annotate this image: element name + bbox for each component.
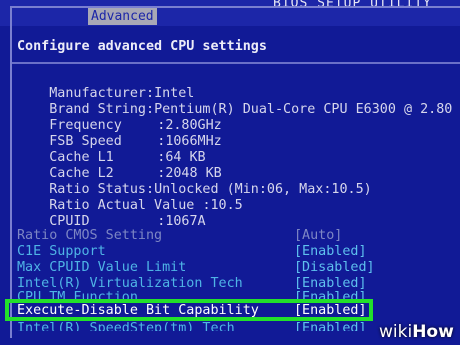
setting-value: [Auto] bbox=[294, 228, 343, 243]
setting-value: [Enabled] bbox=[294, 244, 367, 259]
setting-value: [Disabled] bbox=[294, 260, 375, 275]
info-row-frequency: Frequency:2.80GHz bbox=[49, 118, 222, 133]
setting-value: [Enabled] bbox=[294, 321, 367, 331]
info-row-ratio-actual: Ratio Actual Value :10.5 bbox=[49, 198, 243, 213]
setting-ratio-cmos[interactable]: Ratio CMOS Setting [Auto] bbox=[17, 228, 457, 244]
setting-label: Intel(R) SpeedStep(tm) Tech bbox=[17, 321, 235, 331]
info-row-manufacturer: Manufacturer:Intel bbox=[49, 86, 195, 101]
info-row-cpuid: CPUID:1067A bbox=[49, 214, 206, 229]
setting-label: Max CPUID Value Limit bbox=[17, 260, 187, 275]
info-row-fsb-speed: FSB Speed:1066MHz bbox=[49, 134, 222, 149]
info-row-cache-l2: Cache L2:2048 KB bbox=[49, 166, 222, 181]
panel-heading: Configure advanced CPU settings bbox=[17, 39, 267, 54]
bios-screen: BIOS SETUP UTILITY Advanced Configure ad… bbox=[0, 0, 460, 345]
setting-label: C1E Support bbox=[17, 244, 106, 259]
setting-max-cpuid[interactable]: Max CPUID Value Limit [Disabled] bbox=[17, 260, 457, 276]
wikihow-watermark: wikiHow bbox=[379, 322, 454, 342]
info-row-brand-string: Brand String:Pentium(R) Dual-Core CPU E6… bbox=[49, 102, 453, 117]
heading-divider bbox=[12, 62, 460, 64]
setting-c1e-support[interactable]: C1E Support [Enabled] bbox=[17, 244, 457, 260]
info-value: 1067A bbox=[165, 214, 206, 229]
setting-label: Ratio CMOS Setting bbox=[17, 228, 163, 243]
info-value: 10.5 bbox=[210, 198, 243, 213]
info-row-ratio-status: Ratio Status:Unlocked (Min:06, Max:10.5) bbox=[49, 182, 372, 197]
selection-highlight-box bbox=[5, 299, 373, 321]
info-row-cache-l1: Cache L1:64 KB bbox=[49, 150, 206, 165]
